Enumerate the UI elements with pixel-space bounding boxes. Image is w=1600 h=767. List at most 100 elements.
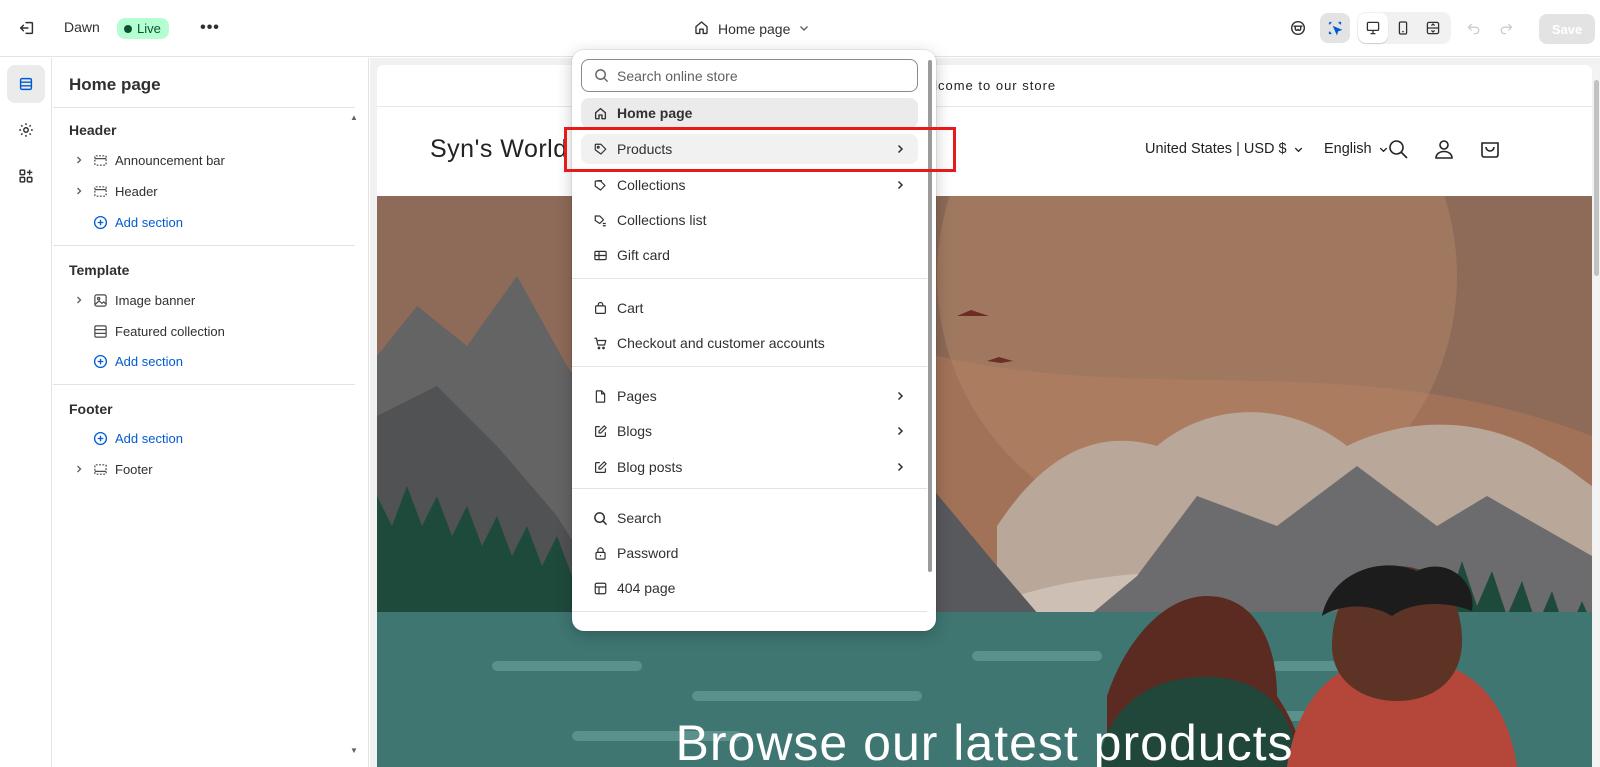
chevron-right-icon[interactable] (69, 186, 89, 196)
menu-item-label: Collections list (617, 212, 707, 228)
scroll-up-arrow-icon[interactable]: ▲ (350, 113, 358, 122)
chevron-right-icon (894, 424, 906, 440)
divider (572, 611, 927, 612)
section-item-image-banner[interactable]: Image banner (69, 286, 195, 314)
divider (53, 245, 355, 246)
section-icon (89, 153, 111, 168)
add-section-footer-button[interactable]: Add section (69, 424, 183, 452)
section-item-footer[interactable]: Footer (69, 455, 153, 483)
group-title-template: Template (69, 262, 130, 278)
blog-icon (592, 423, 608, 439)
menu-item-label: Blogs (617, 423, 653, 439)
search-store-field[interactable] (581, 59, 918, 92)
chevron-right-icon[interactable] (69, 464, 89, 474)
language-selector[interactable]: English (1324, 141, 1389, 157)
accessibility-icon[interactable] (1283, 13, 1313, 43)
country-selector[interactable]: United States | USD $ (1145, 141, 1304, 157)
plus-circle-icon (89, 354, 111, 369)
account-icon[interactable] (1430, 135, 1458, 163)
add-section-header-button[interactable]: Add section (69, 208, 183, 236)
hero-heading: Browse our latest products (675, 715, 1294, 767)
collection-tag-icon (592, 177, 608, 193)
image-banner[interactable]: Browse our latest products (377, 196, 1592, 767)
editor-topbar: Dawn Live ••• Home page Save (0, 0, 1600, 57)
cart-icon[interactable] (1476, 135, 1504, 163)
search-icon (592, 510, 608, 526)
add-section-template-button[interactable]: Add section (69, 347, 183, 375)
lock-icon (592, 545, 608, 561)
menu-item-label: Search (617, 510, 662, 526)
section-icon (89, 184, 111, 199)
sections-icon[interactable] (7, 65, 45, 103)
search-icon[interactable] (1384, 135, 1412, 163)
menu-item-label: Password (617, 545, 679, 561)
page-selector-label: Home page (718, 21, 791, 37)
scrollbar-thumb[interactable] (1594, 80, 1599, 276)
undo-icon[interactable] (1459, 13, 1489, 43)
footer-icon (89, 462, 111, 477)
menu-item-password[interactable]: Password (581, 538, 918, 568)
section-item-announcement-bar[interactable]: Announcement bar (69, 146, 225, 174)
settings-gear-icon[interactable] (7, 111, 45, 149)
menu-item-label: Pages (617, 388, 657, 404)
menu-item-label: Home page (617, 105, 693, 121)
highlight-box (564, 127, 956, 172)
store-logo[interactable]: Syn's World (430, 135, 568, 164)
chevron-right-icon[interactable] (69, 155, 89, 165)
search-store-input[interactable] (617, 67, 897, 84)
menu-item-label: 404 page (617, 580, 676, 596)
menu-item-404-page[interactable]: 404 page (581, 573, 918, 603)
mobile-icon[interactable] (1388, 13, 1418, 43)
sections-panel: Home page ▲ Header Announcement bar Head… (53, 58, 369, 767)
menu-item-label: Blog posts (617, 459, 683, 475)
menu-item-checkout[interactable]: Checkout and customer accounts (581, 328, 918, 358)
menu-item-label: Gift card (617, 247, 670, 263)
redo-icon[interactable] (1491, 13, 1521, 43)
menu-item-collections[interactable]: Collections (581, 170, 918, 200)
section-item-header[interactable]: Header (69, 177, 158, 205)
apps-icon[interactable] (7, 157, 45, 195)
home-icon (693, 19, 710, 39)
layout-icon (592, 580, 608, 596)
scroll-down-arrow-icon[interactable]: ▼ (350, 746, 358, 755)
page-selector[interactable]: Home page (693, 16, 810, 42)
menu-item-pages[interactable]: Pages (581, 381, 918, 411)
section-label: Image banner (115, 292, 196, 308)
announcement-bar[interactable]: Welcome to our store (377, 65, 1592, 107)
exit-icon[interactable] (16, 17, 38, 39)
search-icon (595, 69, 609, 83)
menu-item-blog-posts[interactable]: Blog posts (581, 452, 918, 482)
add-section-label: Add section (115, 353, 183, 369)
menu-item-gift-card[interactable]: Gift card (581, 240, 918, 270)
more-actions-button[interactable]: ••• (198, 16, 222, 40)
hero-illustration (377, 196, 1592, 767)
group-title-header: Header (69, 122, 117, 138)
chevron-right-icon (894, 178, 906, 194)
section-label: Announcement bar (115, 152, 225, 168)
menu-item-blogs[interactable]: Blogs (581, 416, 918, 446)
plus-circle-icon (89, 215, 111, 230)
blog-post-icon (592, 459, 608, 475)
device-toggle-group (1357, 12, 1451, 44)
home-icon (592, 105, 608, 121)
menu-item-search[interactable]: Search (581, 503, 918, 533)
menu-item-cart[interactable]: Cart (581, 293, 918, 323)
editor-rail (0, 58, 52, 767)
add-section-label: Add section (115, 430, 183, 446)
chevron-right-icon[interactable] (69, 295, 89, 305)
country-label: United States | USD $ (1145, 141, 1287, 157)
menu-item-home-page[interactable]: Home page (581, 98, 918, 128)
theme-name[interactable]: Dawn (64, 19, 100, 35)
section-item-featured-collection[interactable]: Featured collection (69, 317, 225, 345)
menu-item-collections-list[interactable]: Collections list (581, 205, 918, 235)
fullscreen-icon[interactable] (1418, 13, 1448, 43)
storefront-preview[interactable]: Welcome to our store Syn's World United … (377, 65, 1592, 767)
section-label: Featured collection (115, 323, 225, 339)
gift-card-icon (592, 247, 608, 263)
plus-circle-icon (89, 431, 111, 446)
preview-scrollbar[interactable] (1593, 65, 1600, 767)
desktop-icon[interactable] (1358, 13, 1388, 43)
save-button[interactable]: Save (1539, 14, 1595, 44)
inspector-icon[interactable] (1320, 13, 1350, 43)
section-label: Footer (115, 461, 153, 477)
